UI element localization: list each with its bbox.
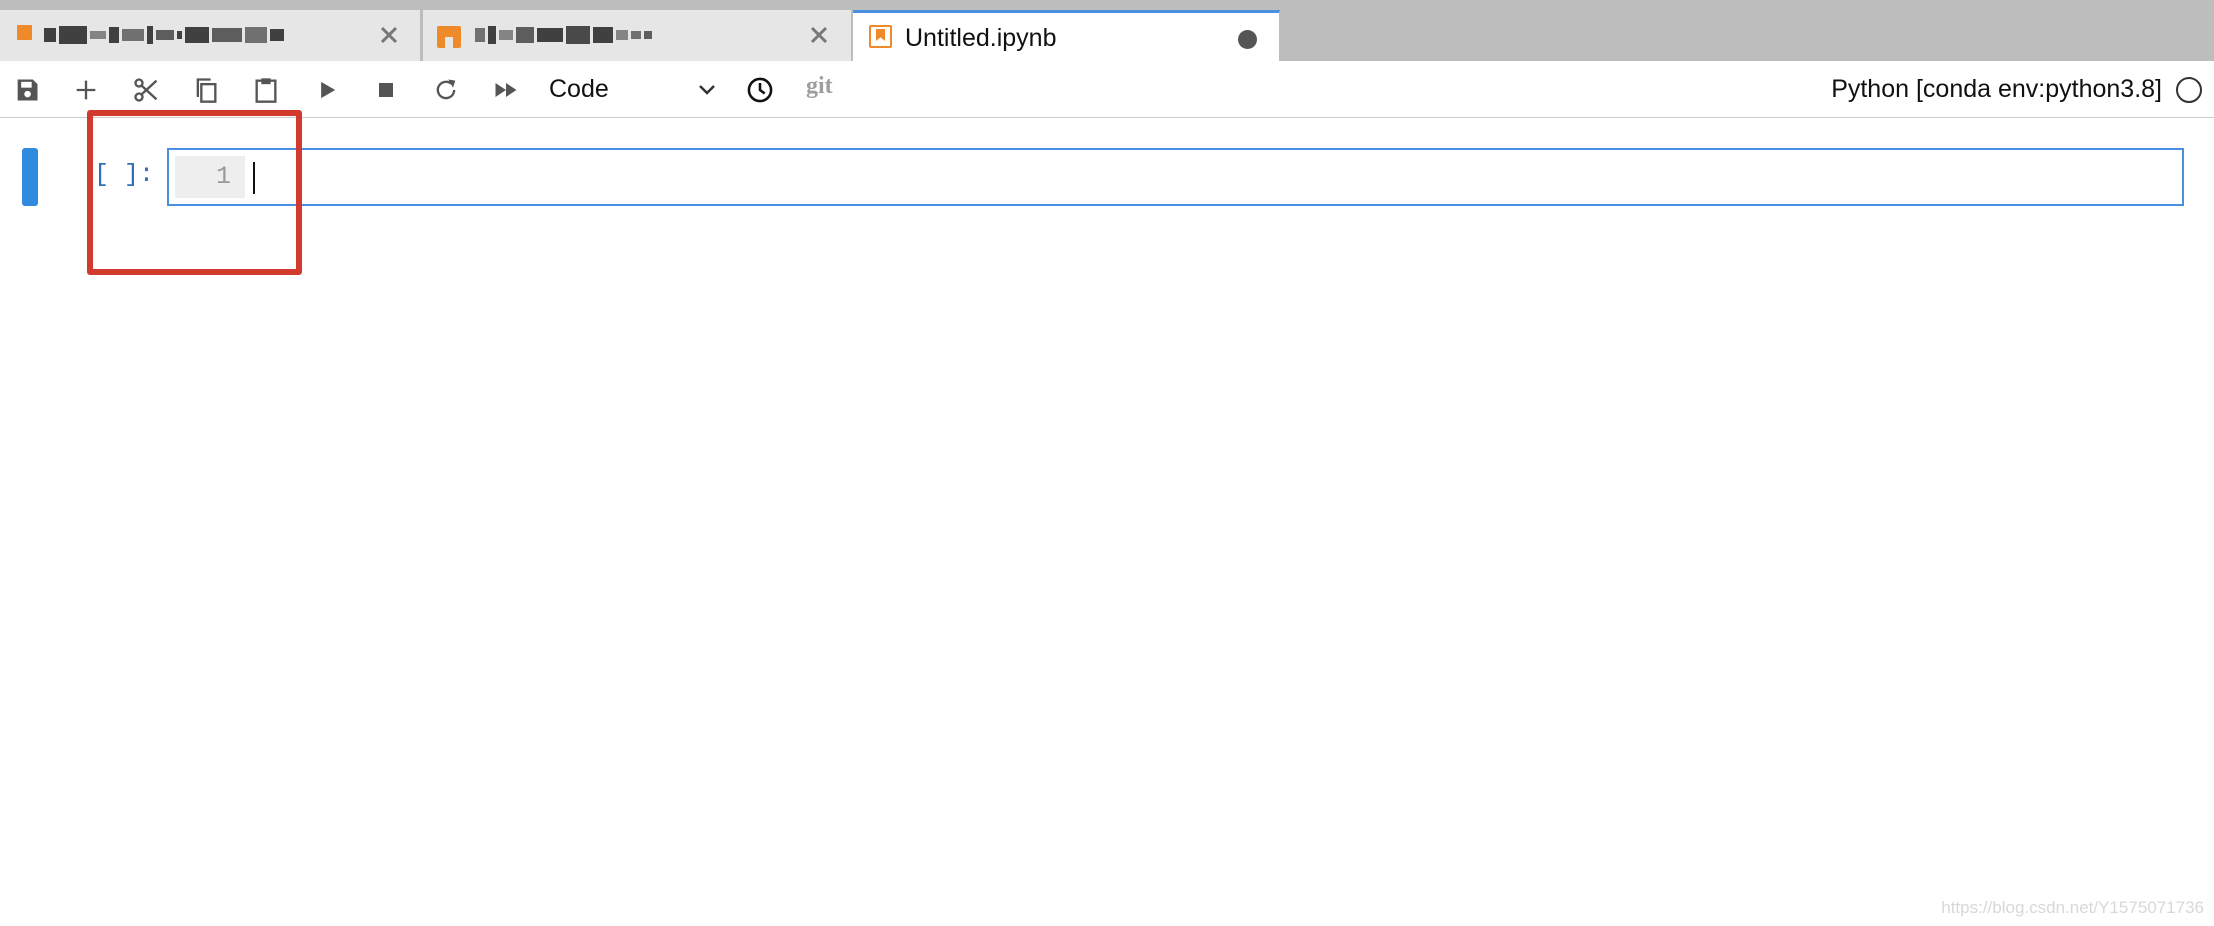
notebook-icon (869, 25, 892, 48)
code-cell-editor[interactable]: 1 (167, 148, 2184, 206)
tab-1[interactable] (0, 10, 421, 61)
cell-collapser[interactable] (22, 148, 38, 206)
copy-icon (196, 78, 217, 103)
clock-icon (747, 77, 773, 103)
close-icon[interactable] (808, 24, 830, 46)
cell-type-value: Code (549, 75, 609, 103)
git-button[interactable]: git (806, 73, 833, 100)
restart-button[interactable] (429, 73, 463, 107)
tab-untitled-ipynb[interactable]: Untitled.ipynb (853, 10, 1280, 62)
stop-icon (379, 83, 393, 97)
notebook-toolbar: Code git Python [conda env:python3.8] (0, 61, 2214, 118)
kernel-name[interactable]: Python [conda env:python3.8] (1831, 75, 2162, 104)
notebook-icon (437, 26, 461, 48)
tab-bar: Untitled.ipynb (0, 0, 2214, 62)
add-cell-icon (76, 80, 96, 100)
run-all-icon (495, 83, 517, 97)
unsaved-indicator-icon[interactable] (1238, 30, 1257, 49)
cut-button[interactable] (129, 73, 163, 107)
copy-button[interactable] (189, 73, 223, 107)
redacted-tab-title (44, 24, 284, 46)
tab-title: Untitled.ipynb (905, 24, 1057, 52)
cell-type-dropdown[interactable]: Code (549, 69, 719, 109)
clock-button[interactable] (743, 73, 777, 107)
stop-button[interactable] (369, 73, 403, 107)
tab-2[interactable] (423, 10, 852, 61)
run-all-button[interactable] (489, 73, 523, 107)
save-icon (17, 79, 38, 101)
run-button[interactable] (310, 73, 344, 107)
restart-icon (436, 79, 456, 100)
jupyterlab-window: Untitled.ipynb Code git Python [conda en… (0, 0, 2214, 926)
add-cell-button[interactable] (69, 73, 103, 107)
cut-icon (134, 78, 158, 102)
chevron-down-icon (699, 85, 715, 95)
run-icon (321, 81, 336, 99)
kernel-status-icon (2176, 77, 2202, 103)
paste-icon (255, 78, 277, 103)
paste-button[interactable] (249, 73, 283, 107)
highlight-annotation-box (87, 110, 302, 275)
close-icon[interactable] (378, 24, 400, 46)
watermark: https://blog.csdn.net/Y1575071736 (1941, 898, 2204, 917)
redacted-tab-title (475, 24, 652, 46)
document-icon (17, 25, 32, 40)
save-button[interactable] (10, 73, 44, 107)
